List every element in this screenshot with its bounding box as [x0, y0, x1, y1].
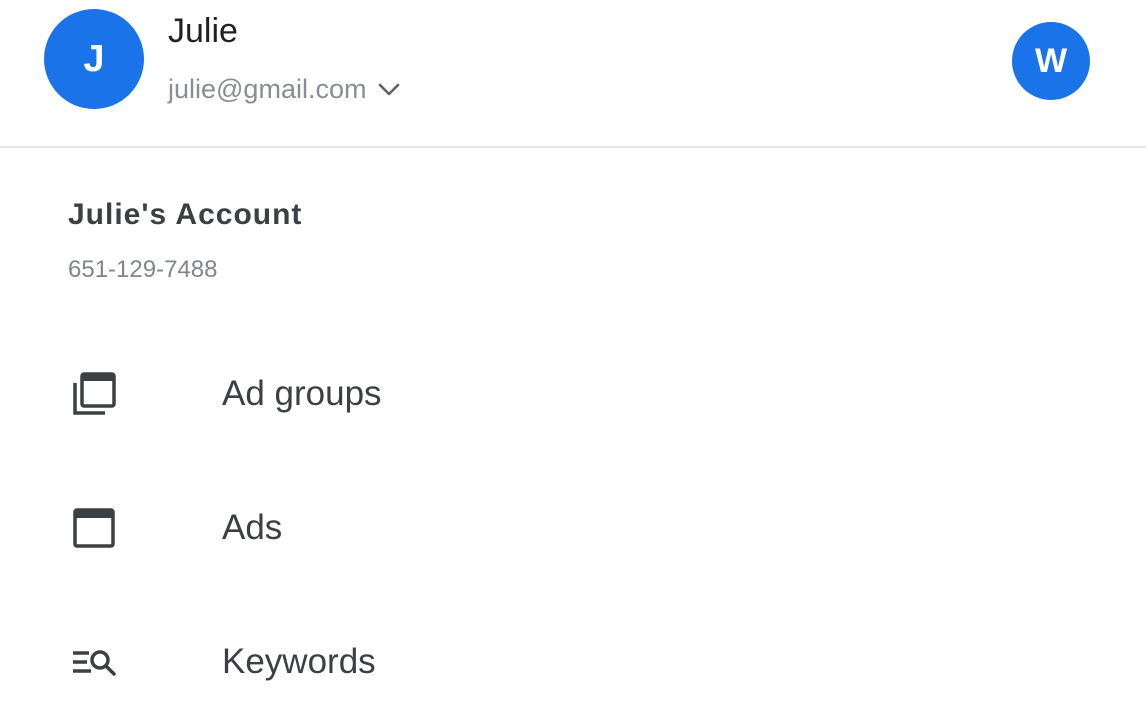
- ads-icon: [68, 502, 120, 554]
- account-header: J Julie julie@gmail.com W: [0, 0, 1146, 148]
- account-name: Julie's Account: [68, 198, 303, 231]
- nav-label-keywords: Keywords: [222, 642, 376, 681]
- ad-groups-icon: [68, 368, 120, 420]
- secondary-account-avatar[interactable]: W: [1012, 22, 1090, 100]
- chevron-down-icon[interactable]: [376, 77, 402, 103]
- nav-item-ad-groups[interactable]: Ad groups: [0, 340, 1146, 450]
- nav-label-ads: Ads: [222, 508, 283, 547]
- nav-label-ad-groups: Ad groups: [222, 374, 382, 413]
- account-switcher[interactable]: julie@gmail.com: [168, 74, 402, 105]
- user-avatar-initial: J: [83, 37, 105, 80]
- account-drawer: J Julie julie@gmail.com W Julie's Accoun…: [0, 0, 1146, 716]
- nav-item-ads[interactable]: Ads: [0, 474, 1146, 584]
- nav-item-keywords[interactable]: Keywords: [0, 608, 1146, 716]
- account-id: 651-129-7488: [68, 256, 218, 283]
- user-name: Julie: [168, 12, 238, 50]
- secondary-avatar-initial: W: [1034, 41, 1068, 80]
- keywords-icon: [68, 636, 120, 688]
- user-avatar[interactable]: J: [44, 9, 144, 109]
- user-email: julie@gmail.com: [168, 74, 367, 104]
